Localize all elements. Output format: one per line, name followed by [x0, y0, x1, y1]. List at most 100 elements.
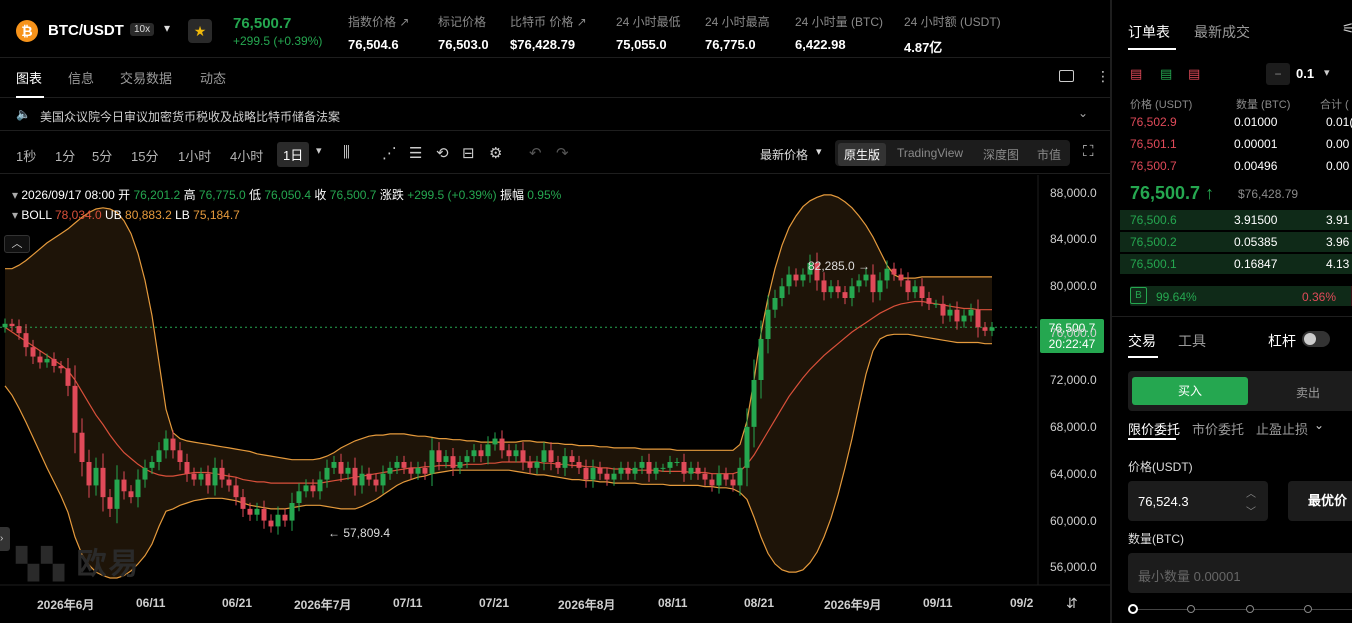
order-type-market[interactable]: 市价委托 [1192, 419, 1244, 438]
stat-index-price[interactable]: 指数价格 ↗ 76,504.6 [348, 13, 409, 52]
leverage-toggle[interactable] [1302, 331, 1330, 347]
candle-body [702, 473, 708, 480]
timeframe-1m[interactable]: 1分 [55, 146, 75, 165]
candlestick-chart[interactable]: ▾ 2026/09/17 08:00 开 76,201.2 高 76,775.0… [0, 175, 1110, 623]
ask-row[interactable]: 76,502.9 0.01000 0.01( [1120, 111, 1352, 133]
chevron-down-icon[interactable]: ⌄ [1314, 418, 1324, 432]
chevron-down-icon[interactable]: ▾ [316, 144, 322, 157]
candle-body [184, 462, 190, 474]
ask-row[interactable]: 76,500.7 0.00496 0.00 [1120, 155, 1352, 177]
indicators-icon[interactable]: ⋰ [382, 144, 397, 162]
candle-body [352, 467, 358, 486]
gear-icon[interactable]: ⚙ [489, 144, 502, 162]
expand-sidebar-icon[interactable]: › [0, 527, 10, 551]
candle-style-icon[interactable]: ⫼ [343, 144, 350, 161]
order-type-tpsl[interactable]: 止盈止损 [1256, 419, 1308, 438]
candle-body [177, 450, 183, 462]
timeframe-1d[interactable]: 1日 [277, 142, 310, 167]
tab-trade[interactable]: 交易 [1128, 331, 1156, 351]
favorite-star-icon[interactable]: ★ [188, 19, 212, 43]
candle-body [604, 473, 610, 480]
chevron-down-icon[interactable]: ⌄ [1078, 106, 1088, 120]
book-both-icon[interactable]: ▤ [1130, 66, 1142, 82]
news-ticker[interactable]: 🔈 美国众议院今日审议加密货币税收及战略比特币储备法案 ⌄ [0, 99, 1110, 131]
timeframe-5m[interactable]: 5分 [92, 146, 112, 165]
book-bids-icon[interactable]: ▤ [1160, 66, 1172, 82]
candle-body [254, 508, 260, 515]
tab-underline [1128, 438, 1176, 440]
divider [1112, 316, 1352, 317]
timeframe-1h[interactable]: 1小时 [178, 146, 211, 165]
pair-name[interactable]: BTC/USDT [48, 22, 124, 39]
book-asks-icon[interactable]: ▤ [1188, 66, 1200, 82]
best-price-button[interactable]: 最优价 [1288, 481, 1352, 521]
tab-info[interactable]: 信息 [68, 68, 94, 87]
qty-slider-track[interactable] [1132, 609, 1352, 610]
price-up-icon[interactable]: ︿ [1246, 485, 1256, 500]
candle-body [72, 385, 78, 433]
candle-body [16, 326, 22, 334]
tab-tools[interactable]: 工具 [1178, 331, 1206, 351]
candle-body [275, 514, 281, 527]
candle-body [842, 292, 848, 298]
chevron-down-icon[interactable]: ▾ [1324, 66, 1330, 79]
template-icon[interactable]: ⊟ [462, 144, 475, 162]
chart-type-native[interactable]: 原生版 [838, 143, 887, 166]
tick-minus-button[interactable]: − [1266, 63, 1290, 85]
chevron-down-icon[interactable]: ▾ [12, 188, 18, 202]
candle-body [730, 479, 736, 486]
candle-body [898, 274, 904, 281]
tab-chart[interactable]: 图表 [16, 68, 42, 87]
candle-body [891, 268, 897, 275]
candle-body [933, 303, 939, 305]
qty-input-box[interactable]: 最小数量 0.00001 [1128, 553, 1352, 593]
tab-trading-data[interactable]: 交易数据 [120, 68, 172, 87]
time-tick-label: 08/11 [658, 596, 688, 610]
replay-icon[interactable]: ⟲ [436, 144, 449, 162]
timeframe-1s[interactable]: 1秒 [16, 146, 36, 165]
chart-type-depth[interactable]: 深度图 [983, 146, 1019, 163]
tab-recent-trades[interactable]: 最新成交 [1194, 22, 1250, 42]
undo-icon[interactable]: ↶ [529, 144, 542, 162]
timeframe-4h[interactable]: 4小时 [230, 146, 263, 165]
qty-slider-stop[interactable] [1187, 605, 1195, 613]
chevron-down-icon[interactable]: ▾ [164, 21, 170, 35]
window-layout-icon[interactable] [1059, 70, 1074, 82]
chart-type-marketcap[interactable]: 市值 [1037, 146, 1061, 163]
settings-sliders-icon[interactable]: ⚟ [1342, 20, 1352, 37]
timeframe-15m[interactable]: 15分 [131, 146, 158, 165]
chevron-down-icon[interactable]: ▾ [12, 208, 18, 222]
time-tick-label: 06/11 [136, 596, 166, 610]
chart-type-tradingview[interactable]: TradingView [897, 146, 963, 160]
bid-row[interactable]: 76,500.2 0.05385 3.96 [1120, 231, 1352, 253]
tab-orderbook[interactable]: 订单表 [1128, 22, 1170, 42]
redo-icon[interactable]: ↷ [556, 144, 569, 162]
sell-button[interactable]: 卖出 [1296, 384, 1320, 401]
bid-row[interactable]: 76,500.6 3.91500 3.91 [1120, 209, 1352, 231]
more-menu-icon[interactable]: ⋮ [1096, 68, 1110, 85]
qty-slider-stop[interactable] [1246, 605, 1254, 613]
chart-canvas[interactable] [0, 175, 1110, 623]
scale-reset-icon[interactable]: ⇵ [1066, 595, 1078, 612]
order-type-limit[interactable]: 限价委托 [1128, 419, 1180, 438]
tab-feed[interactable]: 动态 [200, 68, 226, 87]
price-down-icon[interactable]: ﹀ [1246, 503, 1256, 518]
qty-slider-handle[interactable] [1128, 604, 1138, 614]
bitcoin-logo-icon: ₿ [16, 20, 38, 42]
qty-slider-stop[interactable] [1304, 605, 1312, 613]
stat-btc-price[interactable]: 比特币 价格 ↗ $76,428.79 [510, 13, 587, 52]
candle-body [870, 274, 876, 293]
price-type-select[interactable]: 最新价格 [760, 146, 808, 163]
drawing-list-icon[interactable]: ☰ [409, 144, 422, 162]
price-input[interactable]: 76,524.3 [1138, 494, 1189, 509]
fullscreen-icon[interactable]: ⛶ [1083, 143, 1094, 160]
qty-input[interactable]: 最小数量 0.00001 [1138, 566, 1241, 585]
bid-row[interactable]: 76,500.1 0.16847 4.13 [1120, 253, 1352, 275]
price-input-box[interactable]: 76,524.3 ︿ ﹀ [1128, 481, 1268, 521]
news-text[interactable]: 美国众议院今日审议加密货币税收及战略比特币储备法案 [40, 108, 340, 125]
chevron-down-icon[interactable]: ▾ [816, 145, 822, 158]
buy-button[interactable]: 买入 [1132, 377, 1248, 405]
collapse-legend-icon[interactable]: ︿ [4, 235, 30, 253]
tick-size-select[interactable]: 0.1 [1296, 66, 1314, 81]
ask-row[interactable]: 76,501.1 0.00001 0.00 [1120, 133, 1352, 155]
